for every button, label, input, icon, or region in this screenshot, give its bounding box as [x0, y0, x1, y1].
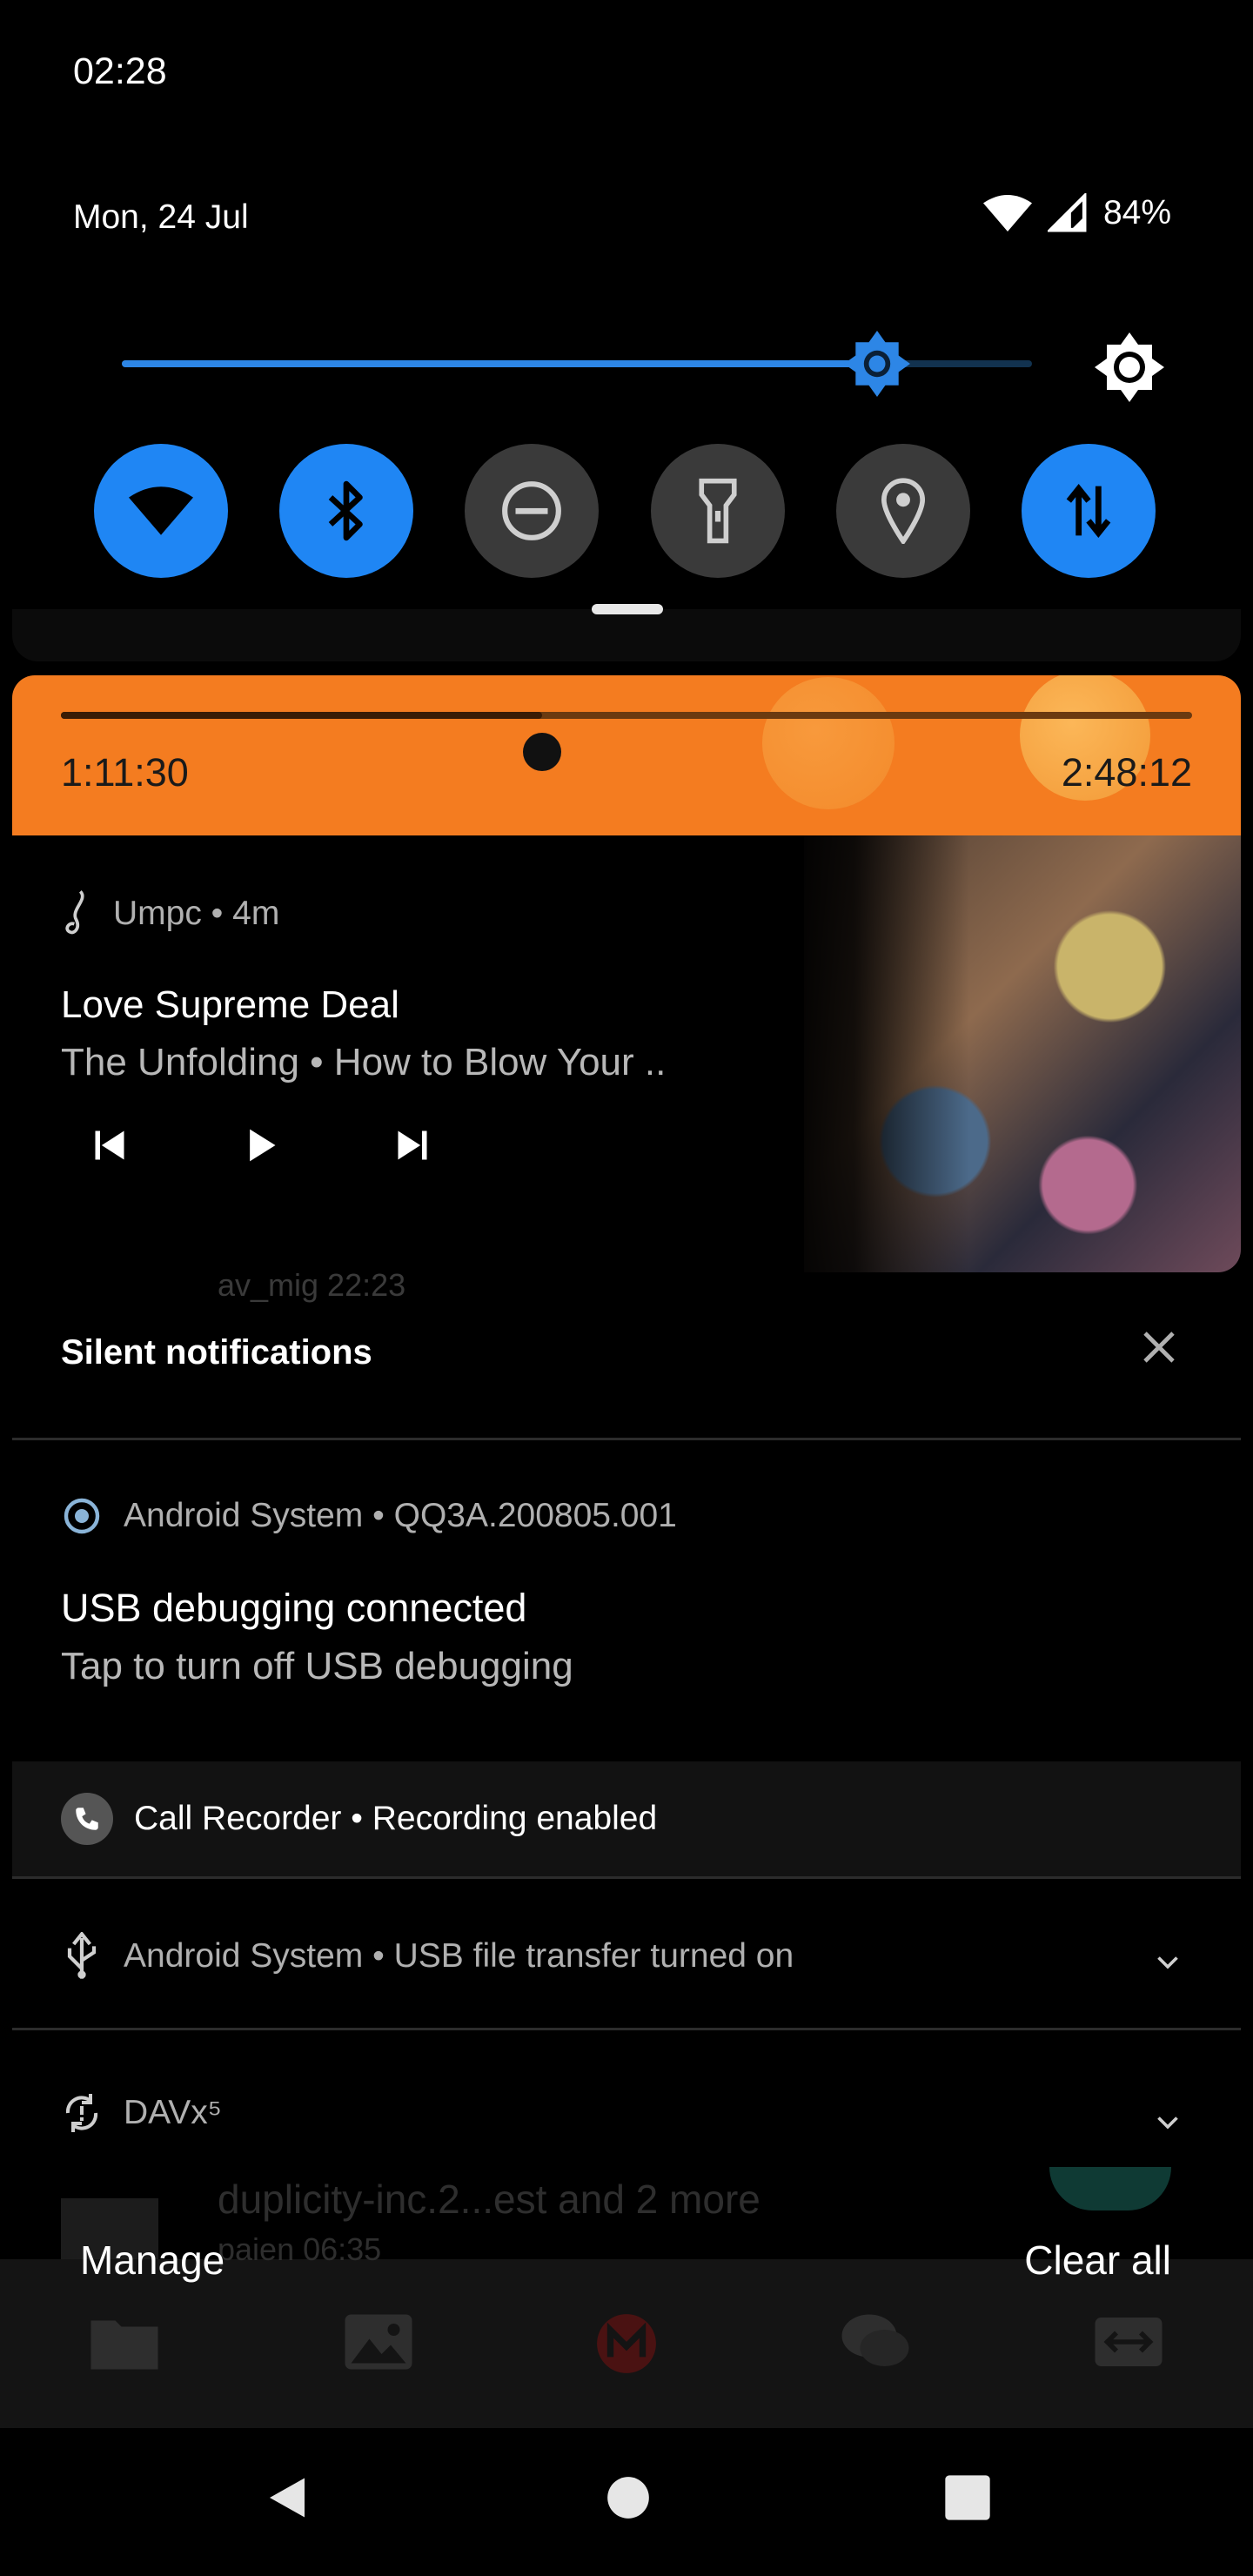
signal-icon [1047, 193, 1087, 232]
media-seekbar[interactable] [61, 712, 1192, 771]
media-notification[interactable]: 1:11:30 2:48:12 Umpc • 4m Love Supreme D… [12, 675, 1241, 1272]
home-icon[interactable] [606, 2475, 651, 2520]
auto-brightness-icon[interactable] [1095, 332, 1164, 402]
silent-notifications-header: Silent notifications [61, 1333, 372, 1372]
usb-debugging-subtitle: Tap to turn off USB debugging [61, 1645, 573, 1687]
status-time: 02:28 [73, 50, 167, 92]
media-app-name: Umpc • 4m [113, 895, 280, 932]
tile-flashlight[interactable] [650, 444, 785, 578]
divider [12, 1876, 1241, 1879]
navigation-buttons [261, 2472, 992, 2524]
background-list-item: av_mig 22:23 [218, 1267, 406, 1303]
usb-debugging-app-line: Android System • QQ3A.200805.001 [61, 1495, 677, 1537]
quick-settings-panel-edge [12, 609, 1241, 661]
tile-do-not-disturb[interactable] [465, 444, 600, 578]
media-title: Love Supreme Deal [61, 983, 399, 1026]
quick-settings-tiles [94, 444, 1156, 578]
bluetooth-icon [328, 480, 363, 541]
tile-mobile-data[interactable] [1021, 444, 1156, 578]
skip-previous-icon [95, 1130, 124, 1160]
drag-handle[interactable] [592, 604, 663, 614]
chat-icon [841, 2314, 908, 2366]
background-list-item: duplicity-inc.2...est and 2 more [218, 2177, 761, 2222]
usb-debugging-app-name: Android System • QQ3A.200805.001 [124, 1497, 677, 1534]
play-icon [250, 1129, 276, 1162]
back-icon[interactable] [261, 2472, 313, 2524]
media-subtitle: The Unfolding • How to Blow Your .. [61, 1041, 667, 1083]
dock-icons [87, 2311, 1166, 2376]
call-recorder-line: Call Recorder • Recording enabled [61, 1793, 657, 1845]
chevron-down-icon[interactable] [1152, 2106, 1183, 2137]
phone-icon [61, 1793, 113, 1845]
recents-icon[interactable] [943, 2473, 992, 2522]
call-recorder-notification[interactable]: Call Recorder • Recording enabled [12, 1761, 1241, 1876]
media-app-line: Umpc • 4m [61, 889, 279, 938]
music-note-icon [65, 890, 84, 935]
background-list-item: paien 06:35 [218, 2231, 382, 2267]
tile-location[interactable] [835, 444, 970, 578]
manage-button[interactable]: Manage [80, 2237, 224, 2284]
mail-app-icon [597, 2314, 656, 2373]
brightness-thumb-icon[interactable] [844, 331, 911, 397]
sync-icon [65, 2094, 98, 2132]
smiley-face-decoration [762, 677, 895, 809]
close-icon[interactable] [1138, 1326, 1180, 1368]
davx-text: DAVx⁵ [124, 2094, 222, 2131]
previous-button[interactable] [82, 1117, 137, 1173]
location-icon [881, 478, 925, 544]
usb-icon [67, 1932, 97, 1979]
media-controls [82, 1117, 440, 1173]
clear-all-button[interactable]: Clear all [1024, 2237, 1171, 2284]
status-date: Mon, 24 Jul [73, 198, 249, 236]
transfer-app-icon [1095, 2318, 1163, 2366]
album-art-fade [778, 835, 969, 1272]
usb-debugging-title: USB debugging connected [61, 1586, 527, 1630]
wifi-icon [129, 486, 193, 535]
background-fab [1049, 2167, 1171, 2210]
skip-next-icon [398, 1130, 427, 1160]
play-button[interactable] [233, 1117, 289, 1173]
wifi-status-icon [982, 195, 1032, 231]
call-recorder-text: Call Recorder • Recording enabled [134, 1800, 658, 1837]
media-seekbar-thumb[interactable] [522, 733, 561, 771]
brightness-fill [122, 360, 878, 367]
android-system-icon [64, 1498, 100, 1534]
media-seekbar-fill [61, 712, 542, 719]
folder-icon [90, 2320, 158, 2370]
tile-wifi[interactable] [94, 444, 228, 578]
usb-transfer-text: Android System • USB file transfer turne… [124, 1937, 794, 1975]
media-elapsed-time: 1:11:30 [61, 750, 189, 795]
usb-transfer-line: Android System • USB file transfer turne… [61, 1932, 794, 1981]
davx-line: DAVx⁵ [61, 2092, 222, 2134]
system-icons: 84% [982, 193, 1171, 233]
silent-notifications-group: Silent notifications Android System • QQ… [12, 1291, 1241, 2193]
flashlight-icon [699, 478, 737, 544]
chevron-down-icon[interactable] [1152, 1946, 1183, 1977]
divider [12, 2028, 1241, 2030]
dnd-icon [502, 481, 562, 540]
divider [12, 1438, 1241, 1440]
battery-level: 84% [1102, 194, 1171, 231]
gallery-icon [345, 2314, 412, 2370]
data-arrows-icon [1066, 484, 1111, 538]
next-button[interactable] [385, 1117, 440, 1173]
tile-bluetooth[interactable] [279, 444, 414, 578]
media-total-time: 2:48:12 [1061, 750, 1192, 795]
media-seekbar-area: 1:11:30 2:48:12 [12, 675, 1241, 835]
